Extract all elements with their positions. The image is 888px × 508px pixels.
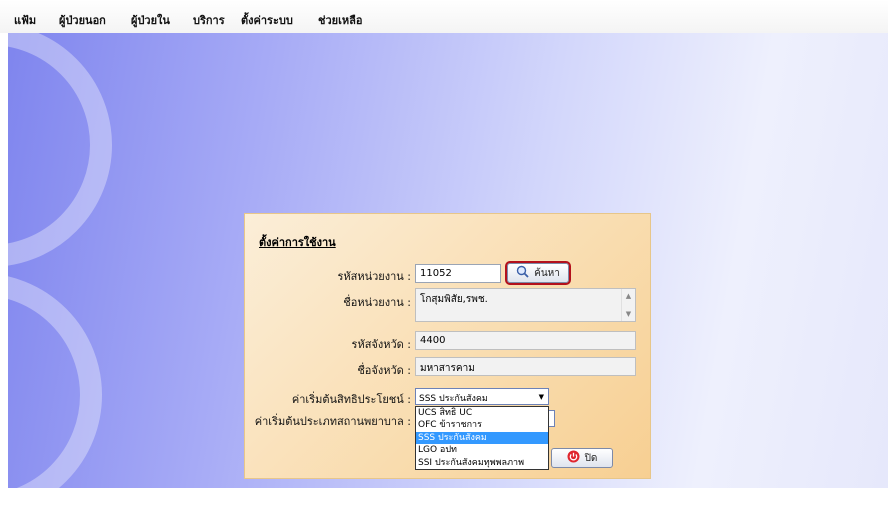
watermark-shape <box>8 33 112 267</box>
unit-code-label: รหัสหน่วยงาน : <box>337 270 411 283</box>
default-right-label: ค่าเริ่มต้นสิทธิประโยชน์ : <box>291 393 411 406</box>
unit-name-value: โกสุมพิสัย,รพช. <box>420 294 488 305</box>
menu-services[interactable]: บริการ <box>193 11 225 29</box>
province-name-label: ชื่อจังหวัด : <box>357 364 411 377</box>
dropdown-option[interactable]: LGO อปท <box>416 444 548 456</box>
watermark-shape <box>8 273 102 488</box>
search-button[interactable]: ค้นหา <box>505 261 571 285</box>
default-right-select[interactable]: SSS ประกันสังคม ▼ <box>415 388 549 405</box>
province-name-field: มหาสารคาม <box>415 357 636 376</box>
default-hospital-type-label: ค่าเริ่มต้นประเภทสถานพยาบาล : <box>254 415 411 428</box>
menu-outpatient[interactable]: ผู้ป่วยนอก <box>59 11 106 29</box>
panel-title: ตั้งค่าการใช้งาน <box>259 236 336 249</box>
search-button-label: ค้นหา <box>534 267 560 279</box>
dropdown-option[interactable]: UCS สิทธิ UC <box>416 407 548 419</box>
unit-name-label: ชื่อหน่วยงาน : <box>343 296 411 309</box>
menu-bar: แฟ้ม ผู้ป่วยนอก ผู้ป่วยใน บริการ ตั้งค่า… <box>0 0 888 33</box>
dropdown-arrow-icon[interactable]: ▼ <box>539 393 544 401</box>
scroll-up-icon[interactable]: ▲ <box>626 292 631 300</box>
dropdown-option-selected[interactable]: SSS ประกันสังคม <box>416 431 548 445</box>
province-code-label: รหัสจังหวัด : <box>351 338 411 351</box>
power-icon <box>567 450 580 466</box>
dropdown-option[interactable]: OFC ข้าราชการ <box>416 419 548 431</box>
default-right-selected-value: SSS ประกันสังคม <box>419 394 488 404</box>
close-button[interactable]: ปิด <box>551 448 613 468</box>
dropdown-option[interactable]: SSI ประกันสังคมทุพพลภาพ <box>416 457 548 469</box>
bottom-strip <box>0 488 888 508</box>
unit-name-field: โกสุมพิสัย,รพช. ▲ ▼ <box>415 288 636 322</box>
unit-code-input[interactable]: 11052 <box>415 264 501 283</box>
default-right-dropdown-list: UCS สิทธิ UC OFC ข้าราชการ SSS ประกันสัง… <box>415 406 549 470</box>
close-button-label: ปิด <box>584 452 598 464</box>
menu-help[interactable]: ช่วยเหลือ <box>318 11 362 29</box>
menu-file[interactable]: แฟ้ม <box>14 11 36 29</box>
unit-name-scrollbar[interactable]: ▲ ▼ <box>621 289 635 321</box>
scroll-down-icon[interactable]: ▼ <box>626 310 631 318</box>
search-icon <box>516 265 529 281</box>
menu-inpatient[interactable]: ผู้ป่วยใน <box>131 11 170 29</box>
province-code-field: 4400 <box>415 331 636 350</box>
menu-system-settings[interactable]: ตั้งค่าระบบ <box>241 11 293 29</box>
